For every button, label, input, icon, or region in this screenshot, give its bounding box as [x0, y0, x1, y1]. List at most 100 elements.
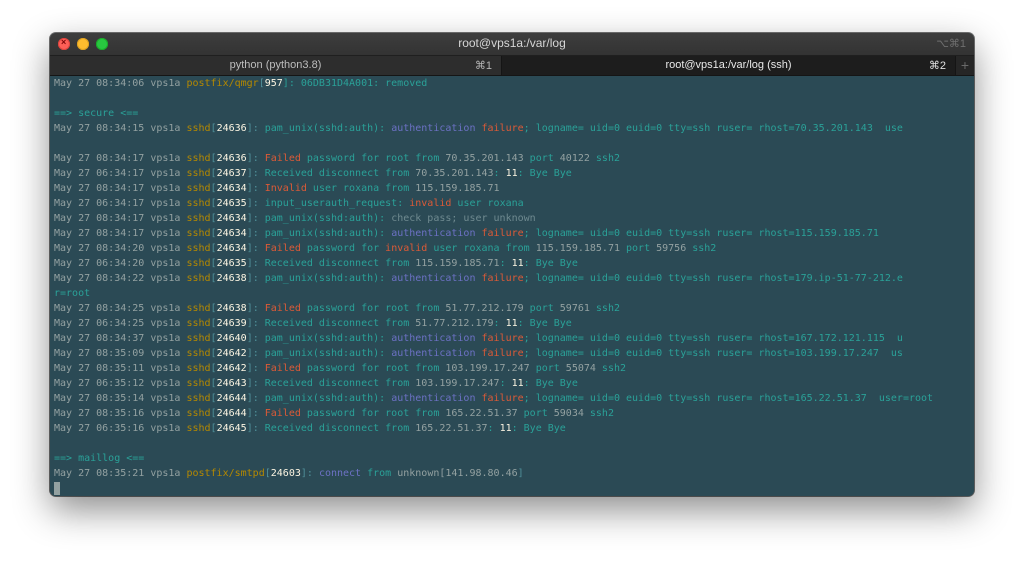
terminal-text-segment: ]:: [246, 318, 265, 329]
terminal-text-segment: 24635: [216, 198, 247, 209]
terminal-text-segment: ]:: [300, 468, 319, 479]
terminal-text-segment: May 27 08:35:14 vps1a: [54, 393, 187, 404]
terminal-output[interactable]: May 27 08:34:06 vps1a postfix/qmgr[957]:…: [50, 76, 974, 496]
terminal-text-segment: password for root from: [300, 363, 446, 374]
terminal-line: r=root: [54, 286, 974, 301]
terminal-text-segment: : Bye Bye: [511, 423, 566, 434]
terminal-text-segment: ]:: [246, 213, 265, 224]
terminal-text-segment: port: [626, 243, 657, 254]
title-bar[interactable]: × root@vps1a:/var/log ⌥⌘1: [50, 33, 974, 56]
terminal-text-segment: 24644: [216, 393, 247, 404]
terminal-text-segment: 24634: [216, 183, 247, 194]
terminal-text-segment: failure: [481, 273, 524, 284]
terminal-text-segment: postfix/smtpd: [186, 468, 265, 479]
terminal-text-segment: pam_unix(sshd:auth):: [264, 333, 392, 344]
terminal-text-segment: sshd: [186, 318, 211, 329]
terminal-text-segment: ; logname= uid=0 euid=0 tty=ssh ruser= r…: [523, 228, 879, 239]
tab-python-shortcut: ⌘1: [474, 60, 492, 72]
terminal-text-segment: ]:: [246, 123, 265, 134]
terminal-text-segment: 103.199.17.247: [445, 363, 536, 374]
tab-python[interactable]: python (python3.8) ⌘1: [50, 56, 502, 75]
terminal-text-segment: 24640: [216, 333, 247, 344]
terminal-text-segment: : Bye Bye: [517, 168, 572, 179]
terminal-text-segment: ]:: [246, 258, 265, 269]
terminal-text-segment: 24603: [270, 468, 301, 479]
terminal-text-segment: authentication: [391, 333, 482, 344]
terminal-text-segment: sshd: [186, 273, 211, 284]
terminal-text-segment: 40122: [559, 153, 596, 164]
terminal-text-segment: ]:: [246, 228, 265, 239]
tab-bar: python (python3.8) ⌘1 root@vps1a:/var/lo…: [50, 56, 974, 76]
terminal-text-segment: sshd: [186, 228, 211, 239]
terminal-text-segment: sshd: [186, 408, 211, 419]
terminal-text-segment: authentication: [391, 123, 482, 134]
terminal-text-segment: : Bye Bye: [517, 318, 572, 329]
window-title: root@vps1a:/var/log: [458, 36, 566, 50]
terminal-text-segment: sshd: [186, 243, 211, 254]
terminal-text-segment: port: [529, 153, 560, 164]
terminal-line: ==> secure <==: [54, 106, 974, 121]
new-tab-button[interactable]: +: [955, 56, 974, 75]
terminal-text-segment: ]:: [246, 423, 265, 434]
terminal-text-segment: invalid: [385, 243, 428, 254]
terminal-text-segment: Received disconnect from: [264, 318, 416, 329]
terminal-line: May 27 06:35:12 vps1a sshd[24643]: Recei…: [54, 376, 974, 391]
terminal-text-segment: 24634: [216, 213, 247, 224]
tab-ssh[interactable]: root@vps1a:/var/log (ssh) ⌘2: [502, 56, 955, 75]
terminal-line: May 27 08:34:20 vps1a sshd[24634]: Faile…: [54, 241, 974, 256]
terminal-text-segment: ]:: [246, 168, 265, 179]
terminal-text-segment: authentication: [391, 348, 482, 359]
terminal-text-segment: sshd: [186, 183, 211, 194]
terminal-text-segment: sshd: [186, 168, 211, 179]
terminal-text-segment: failure: [481, 228, 524, 239]
terminal-text-segment: authentication: [391, 393, 482, 404]
terminal-text-segment: 59761: [559, 303, 596, 314]
terminal-text-segment: 24643: [216, 378, 247, 389]
terminal-text-segment: ; logname= uid=0 euid=0 tty=ssh ruser= r…: [523, 393, 934, 404]
terminal-line: May 27 08:34:17 vps1a sshd[24634]: pam_u…: [54, 226, 974, 241]
terminal-line: May 27 08:35:14 vps1a sshd[24644]: pam_u…: [54, 391, 974, 406]
terminal-text-segment: 24636: [216, 153, 247, 164]
terminal-text-segment: 51.77.212.179: [415, 318, 494, 329]
terminal-line: May 27 08:35:21 vps1a postfix/smtpd[2460…: [54, 466, 974, 481]
terminal-text-segment: 103.199.17.247: [415, 378, 500, 389]
terminal-text-segment: invalid: [409, 198, 452, 209]
terminal-line: May 27 08:35:11 vps1a sshd[24642]: Faile…: [54, 361, 974, 376]
terminal-text-segment: postfix/qmgr: [186, 78, 259, 89]
terminal-text-segment: failure: [481, 393, 524, 404]
terminal-text-segment: 24644: [216, 408, 247, 419]
terminal-text-segment: ssh2: [692, 243, 717, 254]
terminal-text-segment: port: [529, 303, 560, 314]
terminal-text-segment: ]:: [246, 153, 265, 164]
terminal-text-segment: May 27 06:34:17 vps1a: [54, 198, 187, 209]
terminal-text-segment: ]:: [246, 408, 265, 419]
terminal-text-segment: May 27 08:34:17 vps1a: [54, 213, 187, 224]
terminal-text-segment: ]:: [246, 363, 265, 374]
terminal-text-segment: ; logname= uid=0 euid=0 tty=ssh ruser= r…: [523, 123, 903, 134]
terminal-text-segment: sshd: [186, 213, 211, 224]
terminal-line: May 27 08:34:37 vps1a sshd[24640]: pam_u…: [54, 331, 974, 346]
terminal-line: May 27 08:34:25 vps1a sshd[24638]: Faile…: [54, 301, 974, 316]
terminal-text-segment: Invalid: [264, 183, 307, 194]
terminal-text-segment: 24636: [216, 123, 247, 134]
terminal-text-segment: 24638: [216, 273, 247, 284]
prompt-line[interactable]: [54, 481, 974, 496]
terminal-text-segment: ; logname= uid=0 euid=0 tty=ssh ruser= r…: [523, 333, 903, 344]
text-cursor: [54, 482, 60, 495]
terminal-text-segment: sshd: [186, 198, 211, 209]
terminal-text-segment: May 27 08:34:15 vps1a: [54, 123, 187, 134]
terminal-text-segment: May 27 08:34:20 vps1a: [54, 243, 187, 254]
terminal-text-segment: Failed: [264, 303, 301, 314]
terminal-text-segment: ]:: [246, 348, 265, 359]
terminal-line: May 27 06:34:17 vps1a sshd[24635]: input…: [54, 196, 974, 211]
terminal-text-segment: May 27 08:35:09 vps1a: [54, 348, 187, 359]
terminal-line: May 27 08:35:09 vps1a sshd[24642]: pam_u…: [54, 346, 974, 361]
terminal-text-segment: ]:: [246, 183, 265, 194]
terminal-text-segment: Received disconnect from: [264, 258, 416, 269]
terminal-text-segment: ]:: [246, 378, 265, 389]
terminal-text-segment: Received disconnect from: [264, 168, 416, 179]
terminal-line: May 27 06:35:16 vps1a sshd[24645]: Recei…: [54, 421, 974, 436]
terminal-line: May 27 08:34:17 vps1a sshd[24634]: Inval…: [54, 181, 974, 196]
terminal-line: May 27 06:34:20 vps1a sshd[24635]: Recei…: [54, 256, 974, 271]
